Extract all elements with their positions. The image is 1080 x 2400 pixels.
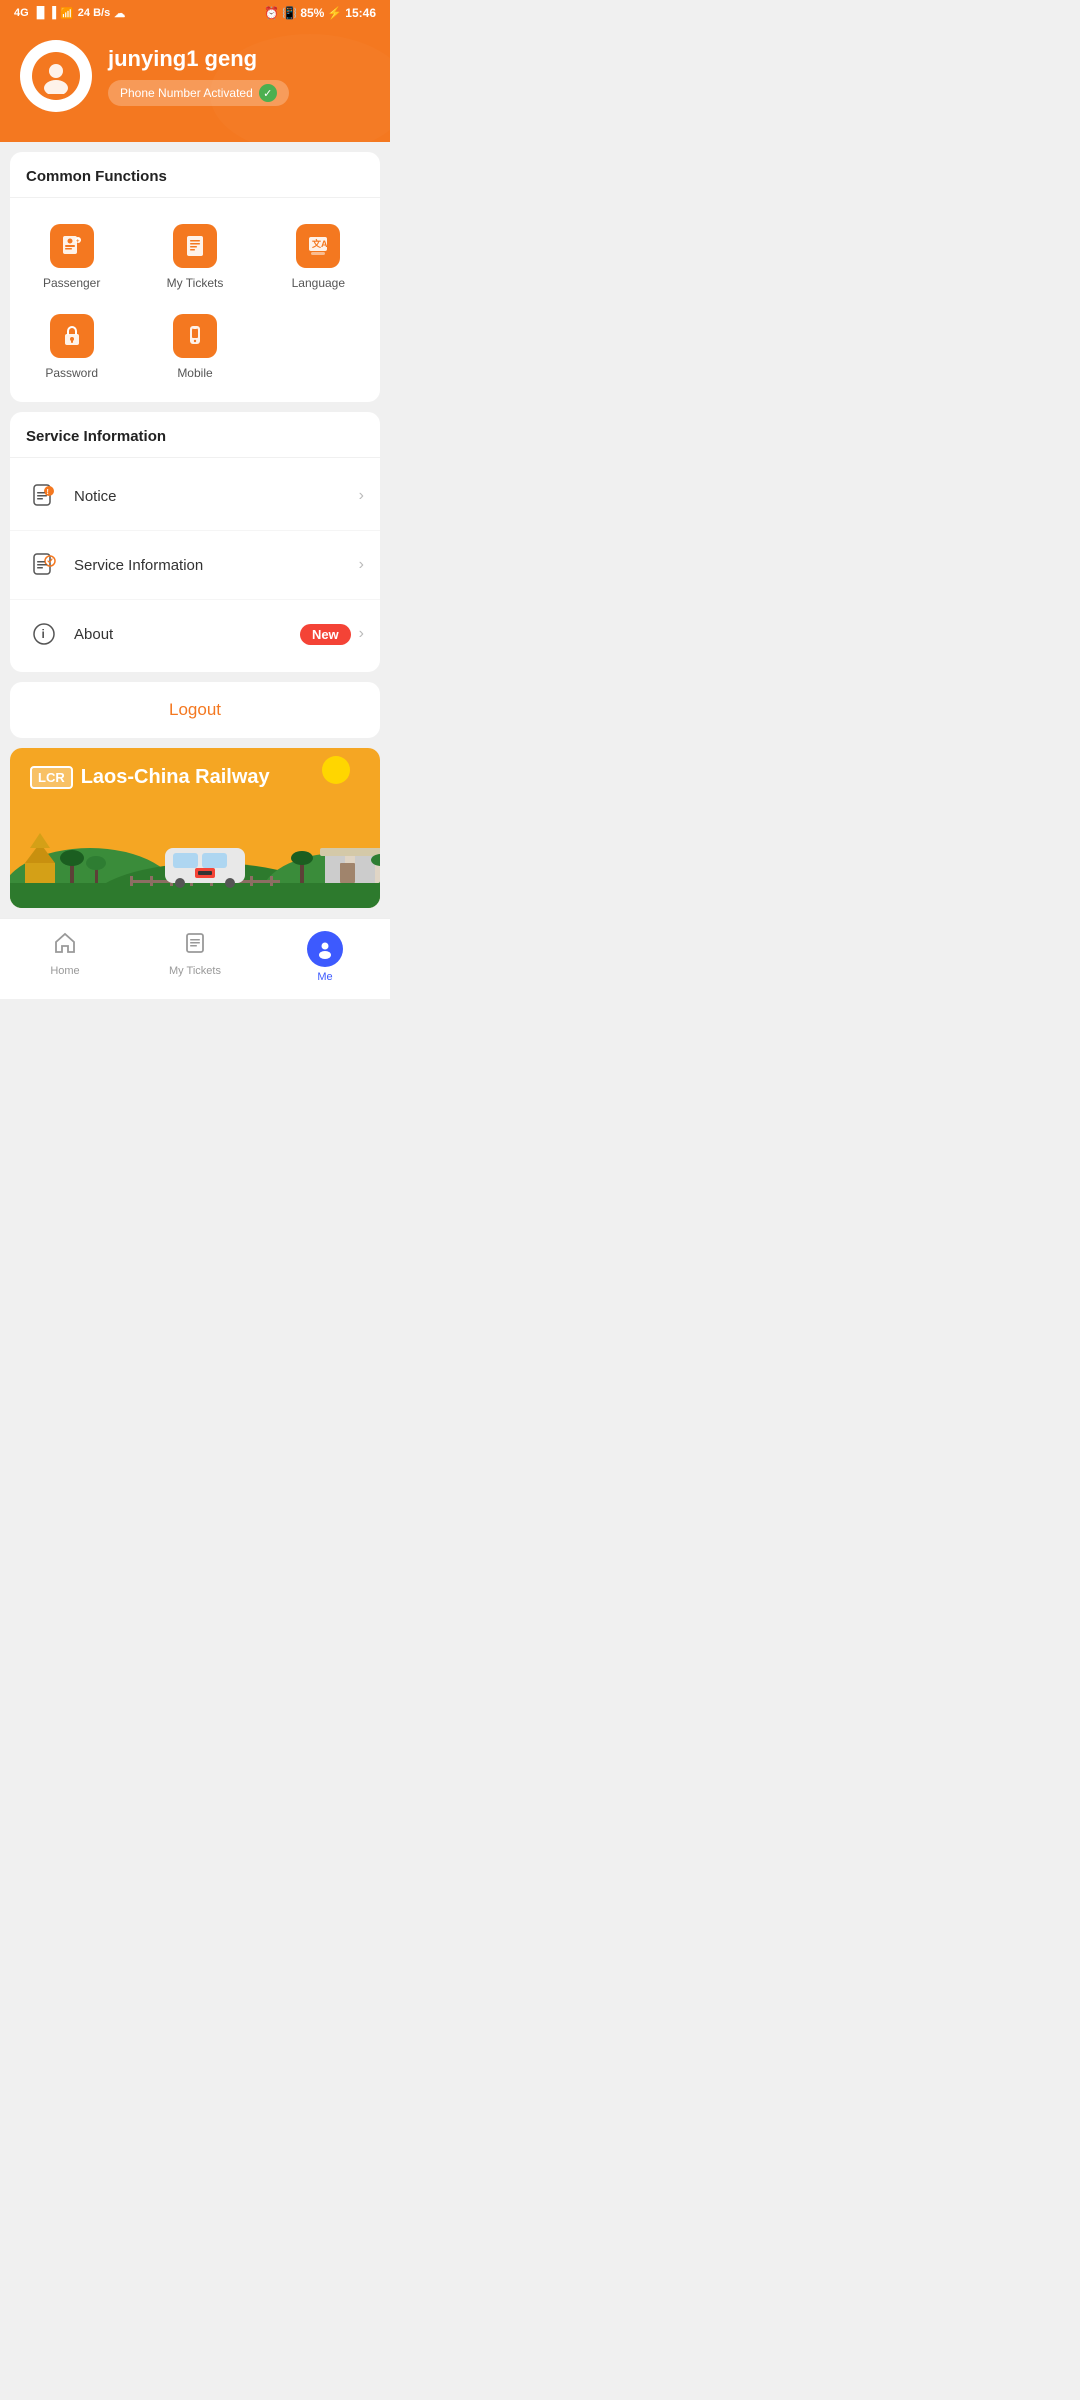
common-functions-title: Common Functions — [10, 152, 380, 198]
function-my-tickets[interactable]: My Tickets — [133, 214, 256, 304]
banner-logo: LCR Laos-China Railway — [30, 766, 270, 789]
notice-right: › — [359, 487, 364, 505]
service-info-item[interactable]: Service Information › — [10, 531, 380, 600]
battery-level: 85% — [300, 6, 324, 20]
svg-text:!: ! — [47, 489, 49, 496]
my-tickets-icon — [173, 224, 217, 268]
service-information-card: Service Information ! Notice › — [10, 412, 380, 672]
nav-tickets-icon — [183, 931, 207, 961]
avatar[interactable] — [20, 40, 92, 112]
signal-icon: 4G — [14, 7, 29, 19]
my-tickets-nav-label: My Tickets — [169, 965, 221, 977]
lcr-logo-text: LCR — [30, 766, 73, 789]
charging-icon: ⚡ — [327, 6, 342, 20]
new-badge: New — [300, 624, 351, 645]
me-icon — [307, 931, 343, 967]
profile-info: junying1 geng Phone Number Activated ✓ — [108, 46, 289, 106]
nav-me[interactable]: Me — [260, 927, 390, 987]
notice-chevron: › — [359, 487, 364, 505]
data-speed: 24 B/s — [78, 7, 110, 19]
mobile-label: Mobile — [177, 366, 212, 380]
alarm-icon: ⏰ — [264, 6, 279, 20]
nav-home[interactable]: Home — [0, 927, 130, 987]
language-label: Language — [292, 276, 345, 290]
passenger-label: Passenger — [43, 276, 100, 290]
status-right: ⏰ 📳 85% ⚡ 15:46 — [264, 6, 376, 20]
vibrate-icon: 📳 — [282, 6, 297, 20]
function-mobile[interactable]: Mobile — [133, 304, 256, 394]
nav-my-tickets[interactable]: My Tickets — [130, 927, 260, 987]
my-tickets-label: My Tickets — [167, 276, 224, 290]
phone-badge: Phone Number Activated ✓ — [108, 80, 289, 106]
password-label: Password — [45, 366, 98, 380]
service-info-chevron: › — [359, 556, 364, 574]
notice-label: Notice — [74, 488, 359, 505]
service-info-right: › — [359, 556, 364, 574]
logout-button[interactable]: Logout — [169, 700, 221, 719]
function-language[interactable]: 文A Language — [257, 214, 380, 304]
about-right: New › — [300, 624, 364, 645]
common-functions-card: Common Functions + Passenger — [10, 152, 380, 402]
notice-icon: ! — [26, 478, 62, 514]
service-info-icon — [26, 547, 62, 583]
banner-scene — [10, 808, 380, 908]
signal-bars: ▐▌▐ — [33, 7, 56, 19]
clock: 15:46 — [345, 6, 376, 20]
home-label: Home — [50, 965, 79, 977]
function-password[interactable]: Password — [10, 304, 133, 394]
service-info-label: Service Information — [74, 557, 359, 574]
service-notice-item[interactable]: ! Notice › — [10, 462, 380, 531]
svg-text:文A: 文A — [311, 238, 328, 249]
lcr-banner[interactable]: LCR Laos-China Railway — [10, 748, 380, 908]
language-icon: 文A — [296, 224, 340, 268]
passenger-icon: + — [50, 224, 94, 268]
about-chevron: › — [359, 625, 364, 643]
phone-badge-text: Phone Number Activated — [120, 86, 253, 100]
verified-check-icon: ✓ — [259, 84, 277, 102]
cloud-icon: ☁ — [114, 7, 125, 20]
banner-content: LCR Laos-China Railway — [10, 748, 380, 811]
avatar-icon — [32, 52, 80, 100]
me-label: Me — [317, 971, 332, 983]
function-passenger[interactable]: + Passenger — [10, 214, 133, 304]
profile-name: junying1 geng — [108, 46, 289, 72]
wifi-icon: 📶 — [60, 7, 74, 20]
status-bar: 4G ▐▌▐ 📶 24 B/s ☁ ⏰ 📳 85% ⚡ 15:46 — [0, 0, 390, 24]
profile-header: junying1 geng Phone Number Activated ✓ — [0, 24, 390, 142]
service-list: ! Notice › — [10, 458, 380, 672]
svg-text:i: i — [42, 627, 45, 641]
functions-grid: + Passenger My Tickets — [10, 198, 380, 402]
banner-title: Laos-China Railway — [81, 766, 270, 789]
password-icon — [50, 314, 94, 358]
about-icon: i — [26, 616, 62, 652]
service-about-item[interactable]: i About New › — [10, 600, 380, 668]
logout-card[interactable]: Logout — [10, 682, 380, 738]
about-label: About — [74, 626, 300, 643]
svg-text:+: + — [76, 239, 80, 245]
service-information-title: Service Information — [10, 412, 380, 458]
mobile-icon — [173, 314, 217, 358]
bottom-navigation: Home My Tickets Me — [0, 918, 390, 999]
home-icon — [53, 931, 77, 961]
status-left: 4G ▐▌▐ 📶 24 B/s ☁ — [14, 7, 125, 20]
